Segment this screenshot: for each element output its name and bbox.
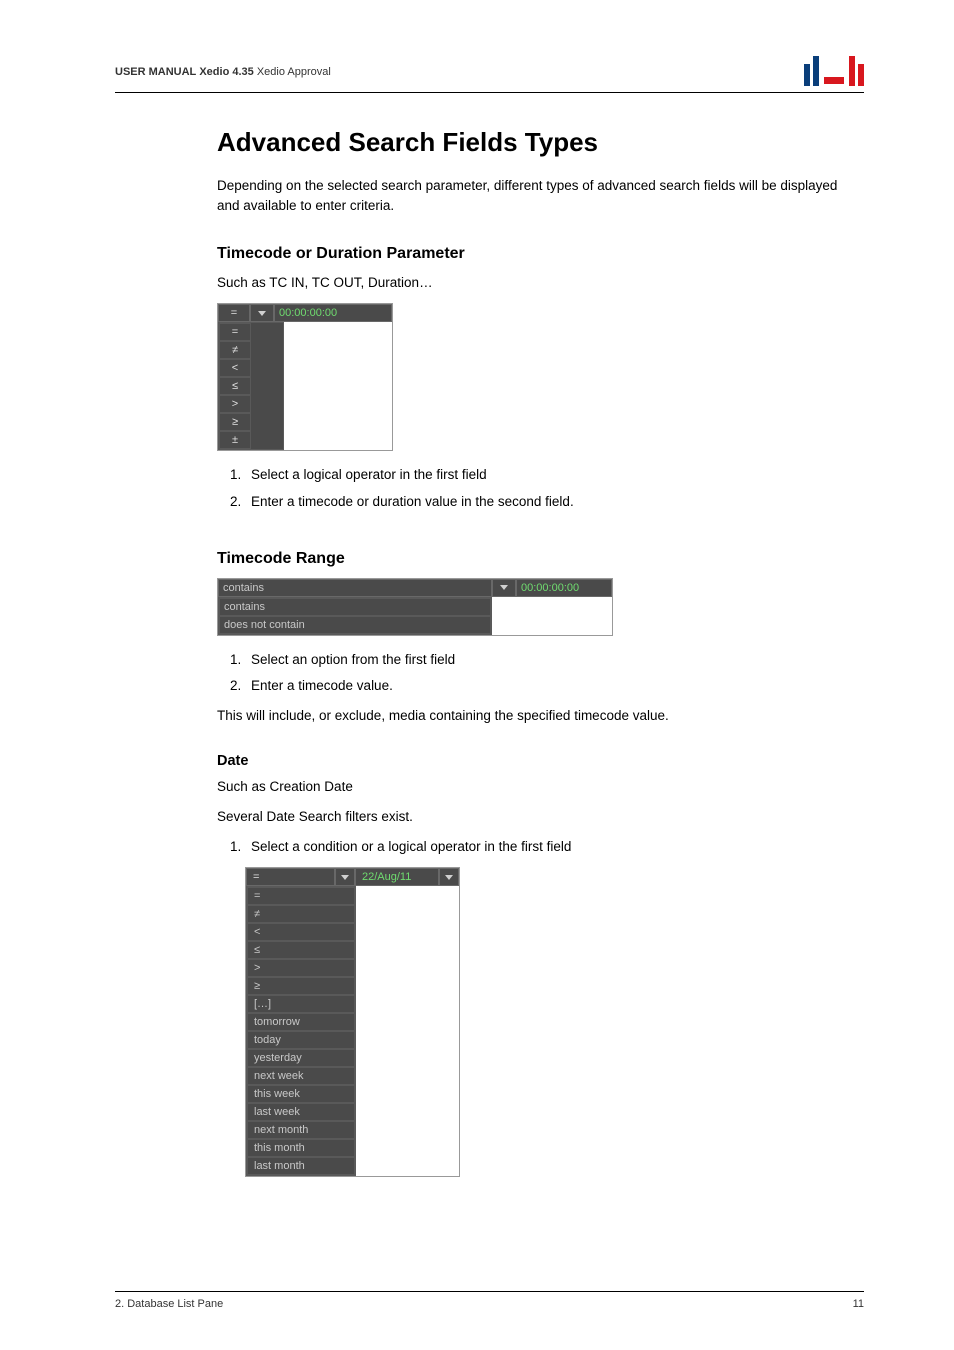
section-date-title: Date [217,753,844,769]
page-footer: 2. Database List Pane 11 [115,1291,864,1310]
date-option[interactable]: ≥ [247,977,355,995]
date-option[interactable]: last month [247,1157,355,1175]
chevron-down-icon [500,585,508,590]
date-options-list: = ≠ < ≤ > ≥ […] tomorrow today yesterday… [247,887,355,1175]
date-option[interactable]: < [247,923,355,941]
range-timecode-input[interactable]: 00:00:00:00 [516,579,612,597]
product-name: Xedio 4.35 [199,66,253,78]
date-operator-caret[interactable] [335,868,355,886]
date-option[interactable]: > [247,959,355,977]
screenshot-date-operator: = 22/Aug/11 = ≠ < ≤ > ≥ […] tomorrow [245,867,460,1177]
section3-lead2: Several Date Search filters exist. [217,807,844,827]
footer-page-number: 11 [853,1298,864,1310]
section3-lead1: Such as Creation Date [217,777,844,797]
page-title: Advanced Search Fields Types [217,127,844,158]
date-option[interactable]: this month [247,1139,355,1157]
date-option[interactable]: yesterday [247,1049,355,1067]
date-option[interactable]: tomorrow [247,1013,355,1031]
date-option[interactable]: next week [247,1067,355,1085]
range-dropdown-caret[interactable] [492,579,516,597]
operator-option[interactable]: ≥ [219,413,251,431]
list-item: Select an option from the first field [245,650,844,670]
date-input[interactable]: 22/Aug/11 [355,868,439,886]
screenshot-timecode-range: contains 00:00:00:00 contains does not c… [217,578,613,636]
date-option[interactable]: ≤ [247,941,355,959]
chevron-down-icon [258,311,266,316]
screenshot-timecode-operator: = 00:00:00:00 = ≠ < ≤ > ≥ ± [217,303,393,451]
section2-closing: This will include, or exclude, media con… [217,706,844,726]
timecode-input[interactable]: 00:00:00:00 [274,304,392,322]
chevron-down-icon [341,875,349,880]
operator-selected[interactable]: = [218,304,250,322]
page-header: USER MANUAL Xedio 4.35 Xedio Approval [115,54,864,93]
intro-paragraph: Depending on the selected search paramet… [217,176,844,215]
operator-option[interactable]: ≠ [219,341,251,359]
chevron-down-icon [445,875,453,880]
range-option[interactable]: contains [219,598,491,616]
date-option[interactable]: ≠ [247,905,355,923]
section2-steps: Select an option from the first field En… [217,650,844,697]
manual-label: USER MANUAL [115,66,196,78]
content-body: Advanced Search Fields Types Depending o… [115,127,864,1177]
section1-lead: Such as TC IN, TC OUT, Duration… [217,273,844,293]
list-item: Enter a timecode value. [245,676,844,696]
range-options-list: contains does not contain [219,598,491,634]
list-item: Enter a timecode or duration value in th… [245,492,844,512]
section1-steps: Select a logical operator in the first f… [217,465,844,512]
footer-section: 2. Database List Pane [115,1298,223,1310]
section-timecode-duration-title: Timecode or Duration Parameter [217,245,844,263]
operator-option[interactable]: ± [219,431,251,449]
list-item: Select a condition or a logical operator… [245,837,844,857]
date-option[interactable]: last week [247,1103,355,1121]
date-option[interactable]: this week [247,1085,355,1103]
date-option[interactable]: next month [247,1121,355,1139]
list-item: Select a logical operator in the first f… [245,465,844,485]
evs-logo [804,54,864,86]
range-selected[interactable]: contains [218,579,492,597]
date-option[interactable]: […] [247,995,355,1013]
module-name: Xedio Approval [257,66,331,78]
section-timecode-range-title: Timecode Range [217,550,844,568]
date-operator-selected[interactable]: = [246,868,335,886]
date-option[interactable]: = [247,887,355,905]
operator-options-list: = ≠ < ≤ > ≥ ± [219,323,283,449]
operator-option[interactable]: ≤ [219,377,251,395]
operator-option[interactable]: > [219,395,251,413]
date-option[interactable]: today [247,1031,355,1049]
header-breadcrumb: USER MANUAL Xedio 4.35 Xedio Approval [115,54,331,78]
section3-steps: Select a condition or a logical operator… [217,837,844,857]
range-option[interactable]: does not contain [219,616,491,634]
date-picker-caret[interactable] [439,868,459,886]
operator-option[interactable]: = [219,323,251,341]
operator-dropdown-caret[interactable] [250,304,274,322]
operator-option[interactable]: < [219,359,251,377]
